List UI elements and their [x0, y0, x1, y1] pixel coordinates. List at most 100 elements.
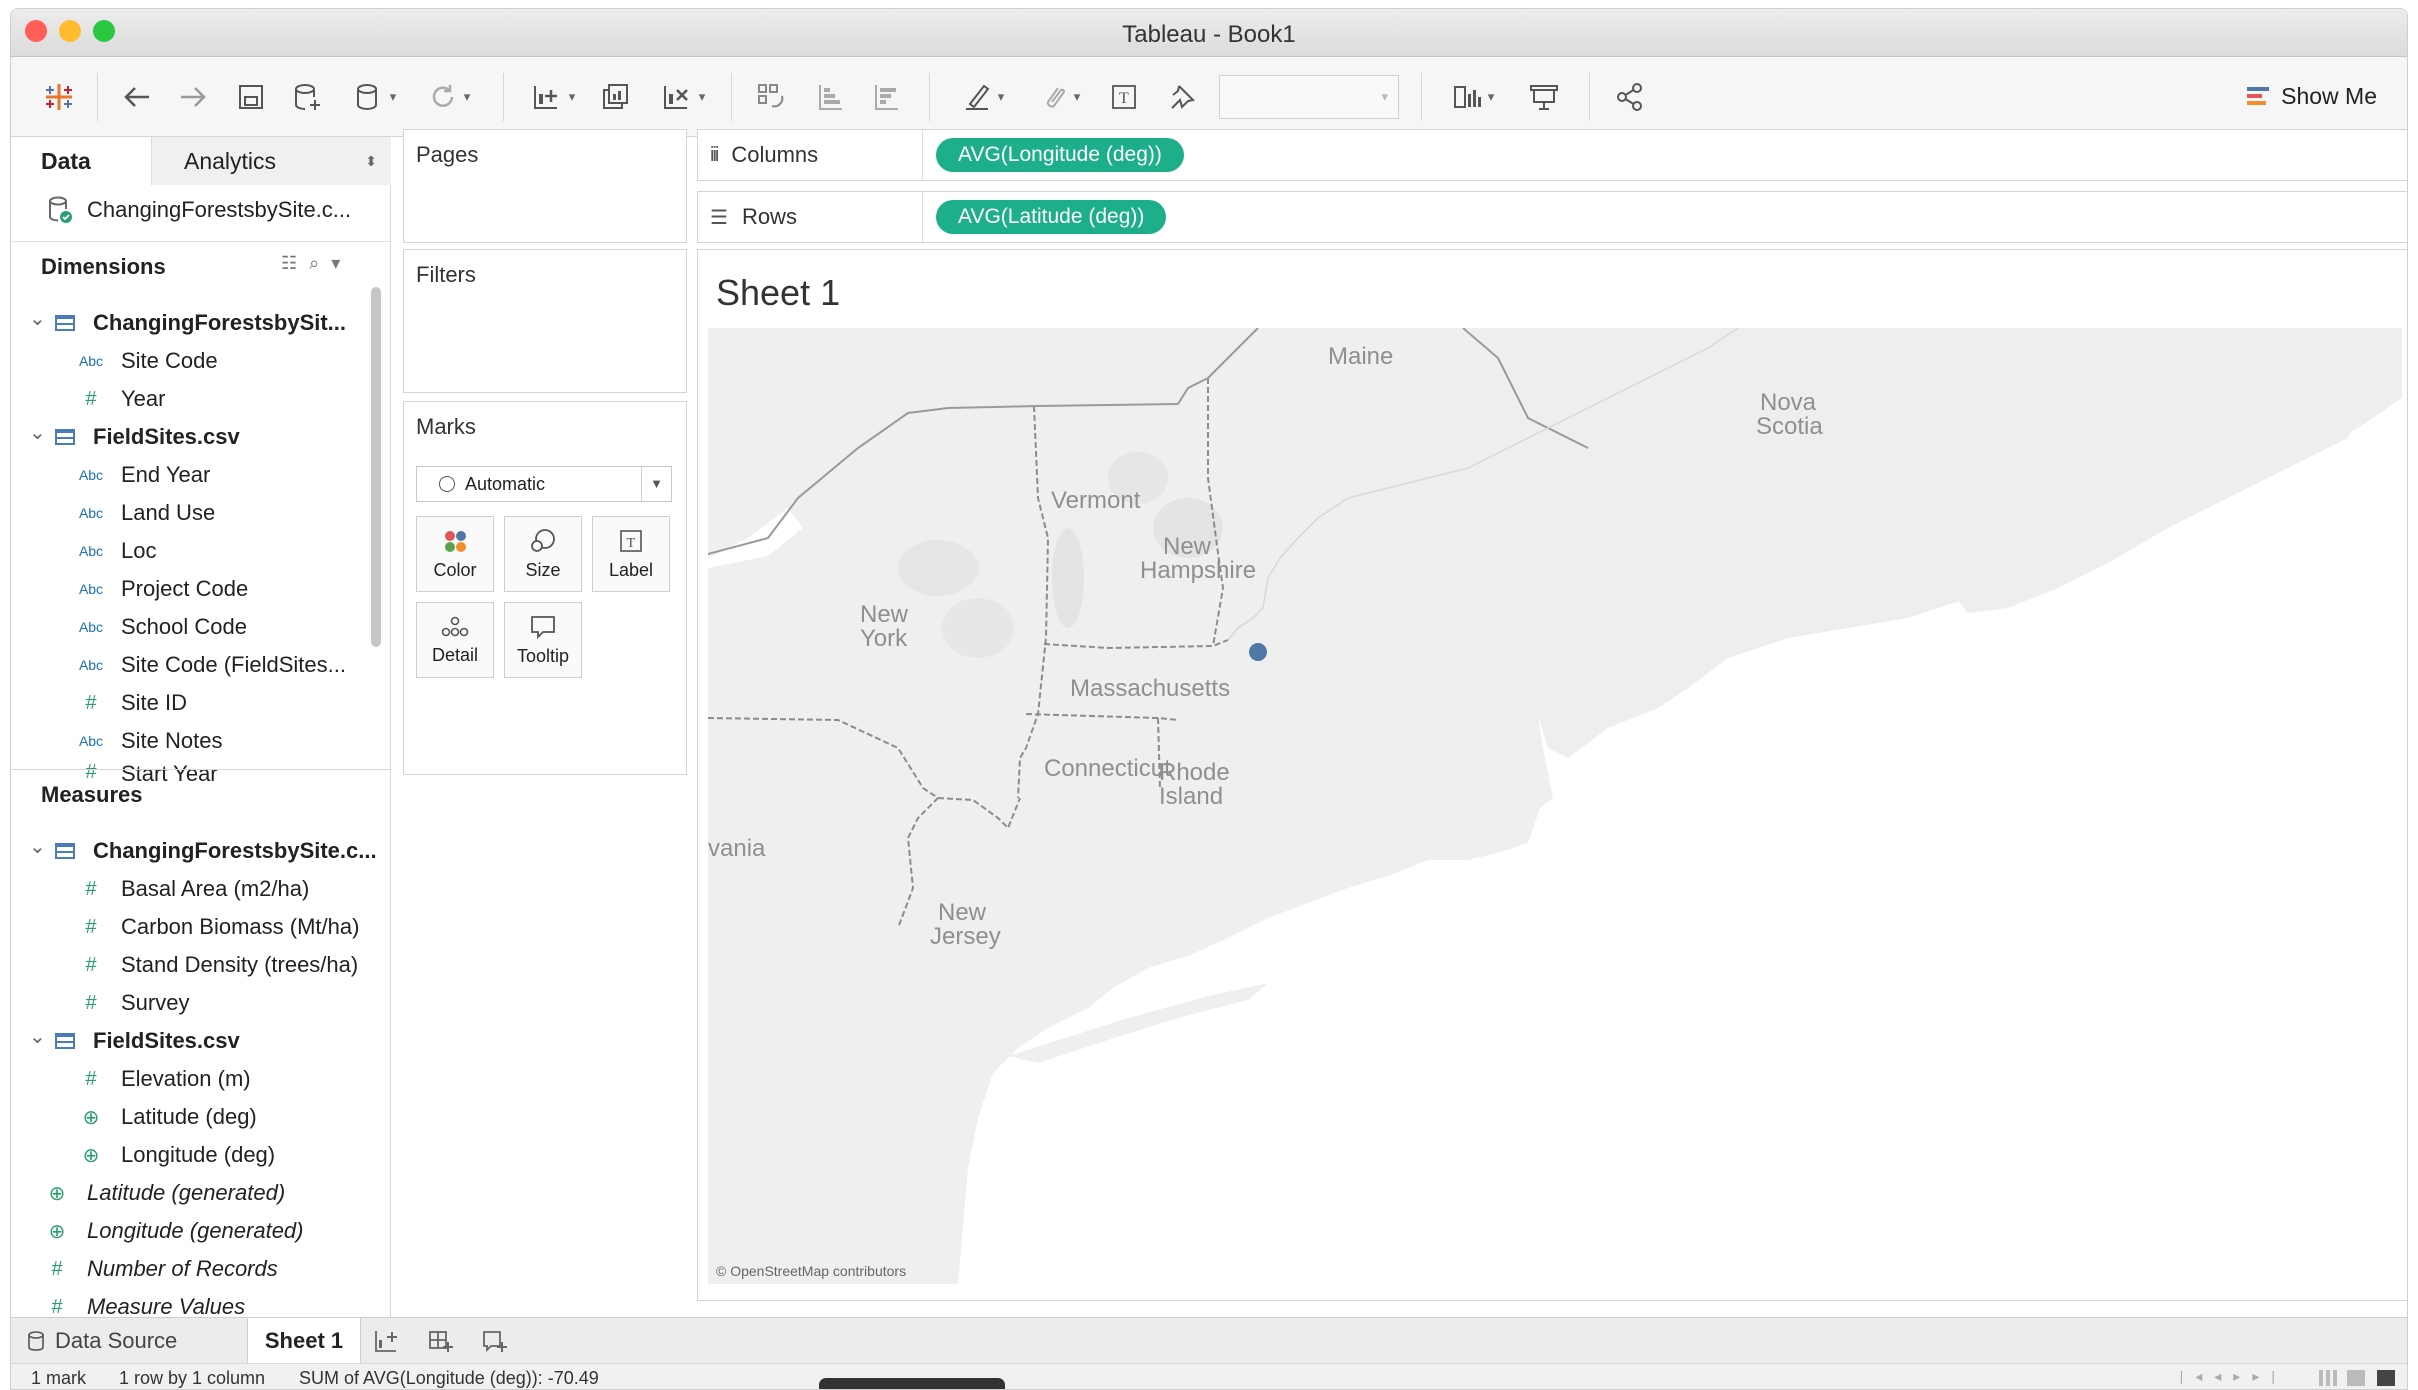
highlight-icon[interactable]: ▾: [951, 71, 1015, 123]
chevron-down-icon[interactable]: ⌄: [29, 1024, 55, 1049]
filters-card[interactable]: Filters: [403, 249, 687, 393]
rows-pill[interactable]: AVG(Latitude (deg)): [936, 200, 1167, 234]
duplicate-sheet-icon[interactable]: [591, 71, 641, 123]
pane-menu-icon[interactable]: ▾: [331, 253, 340, 274]
chevron-down-icon[interactable]: ⌄: [29, 420, 55, 445]
dimensions-header: Dimensions: [41, 254, 166, 279]
dimension-field-row[interactable]: Abc Land Use: [73, 495, 215, 531]
sort-descending-icon[interactable]: [863, 71, 909, 123]
measure-field-row[interactable]: # Number of Records: [39, 1251, 278, 1287]
show-mark-labels-icon[interactable]: T: [1101, 71, 1147, 123]
dimensions-scrollbar[interactable]: [371, 287, 381, 647]
field-label: Number of Records: [87, 1256, 278, 1281]
map-canvas[interactable]: Maine Nova Scotia Vermont New Hampshire …: [708, 328, 2402, 1284]
share-icon[interactable]: [1607, 71, 1653, 123]
field-label: Site Code (FieldSites...: [121, 652, 346, 677]
measure-field-row[interactable]: # Basal Area (m2/ha): [73, 871, 309, 907]
measure-field-row[interactable]: ⊕ Latitude (generated): [39, 1175, 286, 1211]
marks-title: Marks: [416, 414, 476, 439]
dimension-field-row[interactable]: ⌄ ChangingForestsbySit...: [29, 305, 346, 341]
field-label: Site Code: [121, 348, 218, 373]
thumbnail-view-icon[interactable]: [2347, 1370, 2365, 1386]
rows-shelf[interactable]: ☰ Rows AVG(Latitude (deg)): [697, 191, 2407, 243]
show-me-button[interactable]: Show Me: [2245, 83, 2377, 110]
new-dashboard-tab-icon[interactable]: [427, 1328, 455, 1359]
dimension-field-row[interactable]: Abc Project Code: [73, 571, 248, 607]
dimension-field-row[interactable]: # Site ID: [73, 685, 187, 721]
detail-button[interactable]: Detail: [416, 602, 494, 678]
group-members-icon[interactable]: ▾: [1027, 71, 1091, 123]
pages-card[interactable]: Pages: [403, 129, 687, 243]
dimension-field-row[interactable]: Abc Loc: [73, 533, 157, 569]
show-hide-cards-icon[interactable]: ▾: [1441, 71, 1505, 123]
sheet1-tab[interactable]: Sheet 1: [247, 1318, 361, 1364]
new-data-source-icon[interactable]: [285, 71, 329, 123]
columns-pill[interactable]: AVG(Longitude (deg)): [936, 138, 1184, 172]
measure-field-row[interactable]: # Elevation (m): [73, 1061, 250, 1097]
sheet-title[interactable]: Sheet 1: [716, 272, 840, 314]
tab-analytics[interactable]: Analytics ⬍: [151, 137, 391, 185]
measure-field-row[interactable]: ⊕ Longitude (deg): [73, 1137, 276, 1173]
filmstrip-view-icon[interactable]: [2319, 1370, 2337, 1386]
measure-field-row[interactable]: ⌄ ChangingForestsbySite.c...: [29, 833, 377, 869]
dimension-field-row[interactable]: ⌄ FieldSites.csv: [29, 419, 240, 455]
clear-sheet-icon[interactable]: ▾: [651, 71, 715, 123]
redo-icon[interactable]: [171, 71, 215, 123]
tab-data[interactable]: Data: [11, 137, 151, 185]
number-type-icon: #: [85, 877, 97, 900]
new-worksheet-icon[interactable]: ▾: [521, 71, 585, 123]
svg-text:T: T: [1119, 90, 1129, 107]
size-button[interactable]: Size: [504, 516, 582, 592]
field-label: Longitude (deg): [121, 1142, 276, 1167]
string-type-icon: Abc: [78, 657, 104, 673]
chevron-down-icon: ▼: [641, 467, 671, 501]
swap-rows-columns-icon[interactable]: [749, 71, 795, 123]
datasource-item[interactable]: ChangingForestsbySite.c...: [47, 195, 351, 225]
measure-field-row[interactable]: # Survey: [73, 985, 189, 1021]
dimension-field-row[interactable]: Abc Site Notes: [73, 723, 223, 759]
map-label-nh2: Hampshire: [1140, 557, 1256, 584]
mark-type-dropdown[interactable]: Automatic ▼: [416, 466, 672, 502]
measure-field-row[interactable]: # Carbon Biomass (Mt/ha): [73, 909, 359, 945]
tab-view-icon[interactable]: [2377, 1370, 2395, 1386]
chevron-down-icon[interactable]: ⌄: [29, 306, 55, 331]
sheet-navigation-icons[interactable]: |◂◂▸▸|: [2180, 1368, 2287, 1385]
map-label-massachusetts: Massachusetts: [1070, 675, 1230, 702]
tooltip-button[interactable]: Tooltip: [504, 602, 582, 678]
sort-ascending-icon[interactable]: [807, 71, 853, 123]
save-icon[interactable]: [229, 71, 273, 123]
presentation-mode-icon[interactable]: [1519, 71, 1569, 123]
dimension-field-row[interactable]: Abc Site Code (FieldSites...: [73, 647, 346, 683]
table-icon: [55, 315, 75, 331]
measure-field-row[interactable]: ⊕ Longitude (generated): [39, 1213, 304, 1249]
data-source-tab[interactable]: Data Source: [27, 1318, 177, 1364]
data-source-tab-label: Data Source: [55, 1328, 178, 1353]
dimension-field-row[interactable]: Abc End Year: [73, 457, 210, 493]
map-label-scotia: Scotia: [1756, 413, 1823, 440]
label-button[interactable]: T Label: [592, 516, 670, 592]
status-scroll-handle[interactable]: [819, 1378, 1005, 1389]
tableau-logo-icon[interactable]: [33, 71, 85, 123]
dimension-field-row[interactable]: Abc Site Code: [73, 343, 218, 379]
search-fields-icon[interactable]: ⌕: [309, 253, 319, 274]
color-button[interactable]: Color: [416, 516, 494, 592]
view-list-icon[interactable]: ☷: [281, 253, 297, 274]
dimension-field-row[interactable]: # Year: [73, 381, 165, 417]
undo-icon[interactable]: [115, 71, 159, 123]
measure-field-row[interactable]: ⊕ Latitude (deg): [73, 1099, 257, 1135]
pause-auto-updates-icon[interactable]: ▾: [345, 71, 405, 123]
refresh-icon[interactable]: ▾: [419, 71, 479, 123]
measure-field-row[interactable]: # Stand Density (trees/ha): [73, 947, 358, 983]
string-type-icon: Abc: [78, 619, 104, 635]
datasource-name: ChangingForestsbySite.c...: [87, 197, 352, 222]
measure-field-row[interactable]: ⌄ FieldSites.csv: [29, 1023, 240, 1059]
chevron-down-icon[interactable]: ⌄: [29, 834, 55, 859]
database-icon: [28, 1331, 44, 1351]
columns-shelf[interactable]: iii Columns AVG(Longitude (deg)): [697, 129, 2407, 181]
fit-dropdown[interactable]: ▾: [1219, 75, 1399, 119]
new-worksheet-tab-icon[interactable]: [373, 1328, 401, 1359]
data-point-mark[interactable]: [1249, 643, 1267, 661]
fix-axes-pin-icon[interactable]: [1159, 71, 1205, 123]
dimension-field-row[interactable]: Abc School Code: [73, 609, 247, 645]
new-story-tab-icon[interactable]: [481, 1328, 509, 1359]
